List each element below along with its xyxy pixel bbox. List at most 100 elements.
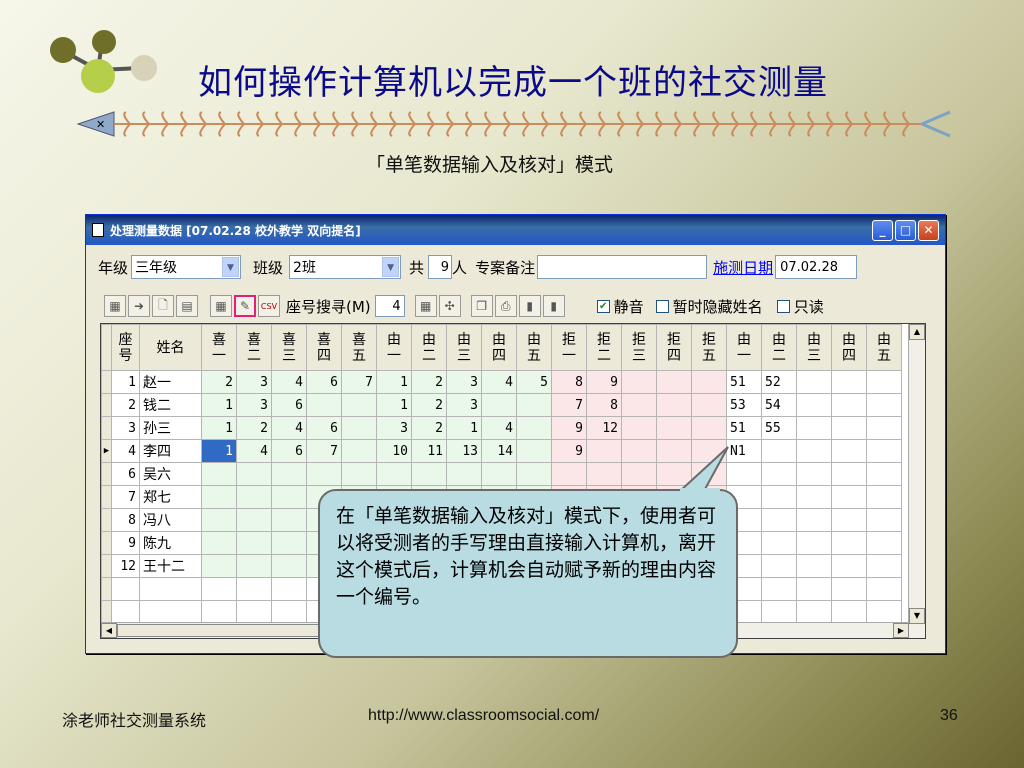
grid-cell[interactable]: 55	[761, 416, 797, 440]
grid-cell[interactable]	[236, 462, 272, 486]
column-header[interactable]: 由五	[866, 324, 902, 371]
grid-cell[interactable]	[796, 416, 832, 440]
grid-cell[interactable]: 7	[341, 370, 377, 394]
grid-cell[interactable]	[866, 531, 902, 555]
grid-cell[interactable]	[761, 577, 797, 601]
document-icon[interactable]: 🗋	[152, 295, 174, 317]
paste-icon[interactable]: ▮	[518, 295, 541, 317]
grid-cell[interactable]	[516, 393, 552, 417]
csv-icon[interactable]: CSV	[258, 295, 280, 317]
grid-cell[interactable]	[866, 416, 902, 440]
seat-search-input[interactable]: 4	[374, 295, 405, 317]
column-header[interactable]: 由一	[376, 324, 412, 371]
footer-url[interactable]: http://www.classroomsocial.com/	[368, 707, 599, 725]
grid-cell[interactable]: 9	[586, 370, 622, 394]
grid-cell[interactable]: 2	[111, 393, 140, 417]
grid-cell[interactable]	[201, 485, 237, 509]
scroll-right-icon[interactable]: ▶	[893, 623, 909, 638]
grid-cell[interactable]	[236, 531, 272, 555]
column-header[interactable]: 由二	[411, 324, 447, 371]
calculator-icon[interactable]: ▤	[176, 295, 198, 317]
grid-cell[interactable]: 51	[726, 416, 762, 440]
grid-cell[interactable]	[201, 508, 237, 532]
mute-checkbox[interactable]: ✔	[596, 299, 610, 313]
grid-cell[interactable]	[586, 462, 622, 486]
grid-cell[interactable]	[831, 508, 867, 532]
date-input[interactable]: 07.02.28	[775, 255, 858, 279]
grid-cell[interactable]: 9	[111, 531, 140, 555]
grid-cell[interactable]	[761, 439, 797, 463]
column-header[interactable]: 由四	[481, 324, 517, 371]
grid-cell[interactable]: 李四	[139, 439, 202, 463]
edit-pen-icon[interactable]: ✎	[234, 295, 256, 317]
grid-cell[interactable]	[796, 370, 832, 394]
row-indicator[interactable]	[101, 508, 112, 532]
grid-cell[interactable]	[621, 370, 657, 394]
grid-cell[interactable]	[201, 462, 237, 486]
grid-cell[interactable]	[831, 416, 867, 440]
row-indicator[interactable]	[101, 370, 112, 394]
grid-cell[interactable]	[139, 600, 202, 624]
column-header[interactable]: 由三	[446, 324, 482, 371]
grid-cell[interactable]: 1	[446, 416, 482, 440]
grid-cell[interactable]	[446, 462, 482, 486]
grid-cell[interactable]: 8	[551, 370, 587, 394]
grid-cell[interactable]: 孙三	[139, 416, 202, 440]
grid-cell[interactable]	[236, 577, 272, 601]
grid-cell[interactable]: 7	[111, 485, 140, 509]
grid-cell[interactable]: 53	[726, 393, 762, 417]
grid-cell[interactable]	[516, 416, 552, 440]
column-header[interactable]: 座号	[111, 324, 140, 371]
grid-cell[interactable]: 3	[446, 393, 482, 417]
clipboard-icon[interactable]: ▮	[542, 295, 565, 317]
grid-cell[interactable]	[516, 462, 552, 486]
grid-cell[interactable]: 7	[551, 393, 587, 417]
grid-cell[interactable]	[111, 600, 140, 624]
grid-cell[interactable]: 4	[271, 370, 307, 394]
grid-cell[interactable]	[831, 439, 867, 463]
grid-cell[interactable]: 13	[446, 439, 482, 463]
grid-cell[interactable]: 6	[271, 393, 307, 417]
grid-cell[interactable]	[201, 531, 237, 555]
scroll-down-icon[interactable]: ▼	[909, 608, 925, 624]
grid-cell[interactable]	[796, 393, 832, 417]
grid-cell[interactable]	[411, 462, 447, 486]
scroll-up-icon[interactable]: ▲	[909, 324, 925, 340]
grid-cell[interactable]: 6	[306, 416, 342, 440]
grid-cell[interactable]	[761, 462, 797, 486]
grid-cell[interactable]: 3	[236, 393, 272, 417]
arrow-right-icon[interactable]: ➜	[128, 295, 150, 317]
grid-cell[interactable]: 4	[271, 416, 307, 440]
remark-input[interactable]	[537, 255, 708, 279]
network-icon[interactable]: ✣	[438, 295, 461, 317]
grid-cell[interactable]: 2	[411, 416, 447, 440]
column-header[interactable]: 由二	[761, 324, 797, 371]
grid-cell[interactable]: 冯八	[139, 508, 202, 532]
grid-cell[interactable]	[236, 554, 272, 578]
grid-cell[interactable]	[271, 508, 307, 532]
grid-cell[interactable]	[831, 554, 867, 578]
grid-cell[interactable]	[831, 531, 867, 555]
grid-cell[interactable]	[831, 462, 867, 486]
grid-cell[interactable]: 54	[761, 393, 797, 417]
class-select[interactable]: 2班 ▼	[289, 255, 402, 279]
grid-cell[interactable]: 6	[271, 439, 307, 463]
grid-cell[interactable]: 1	[201, 439, 237, 463]
maximize-button[interactable]: □	[895, 220, 916, 241]
grid-cell[interactable]	[306, 393, 342, 417]
grid-cell[interactable]	[341, 393, 377, 417]
grid-cell[interactable]: 4	[111, 439, 140, 463]
table-icon[interactable]: ▦	[414, 295, 437, 317]
printer-icon[interactable]: ⎙	[494, 295, 517, 317]
grid-cell[interactable]: 9	[551, 439, 587, 463]
grid-cell[interactable]	[341, 416, 377, 440]
grid-cell[interactable]: 4	[481, 416, 517, 440]
grid-cell[interactable]: 1	[201, 416, 237, 440]
grid-cell[interactable]	[376, 462, 412, 486]
column-header[interactable]: 喜五	[341, 324, 377, 371]
grid-cell[interactable]	[866, 393, 902, 417]
column-header[interactable]: 拒二	[586, 324, 622, 371]
grid-cell[interactable]: 陈九	[139, 531, 202, 555]
grid-cell[interactable]	[341, 462, 377, 486]
grid-cell[interactable]: 3	[446, 370, 482, 394]
